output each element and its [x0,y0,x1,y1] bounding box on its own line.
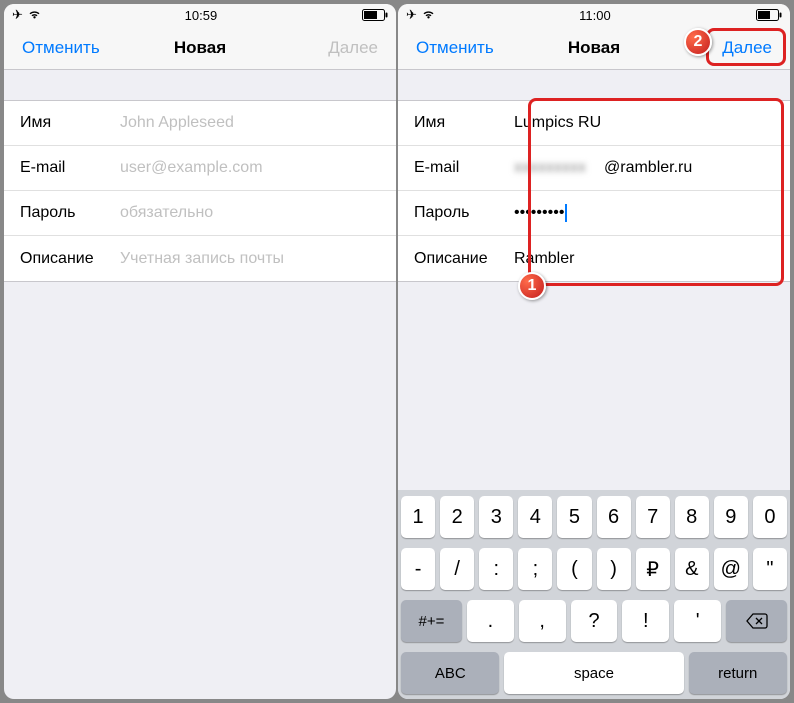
key-backspace[interactable] [726,600,787,642]
key--[interactable]: - [401,548,435,590]
field-label: Описание [20,250,120,268]
email-input[interactable]: xxxxxxxxx @rambler.ru [514,159,692,177]
cancel-button[interactable]: Отменить [410,34,500,62]
status-time: 10:59 [185,8,218,23]
name-input[interactable]: John Appleseed [120,114,380,132]
field-email[interactable]: E-mail user@example.com [4,146,396,191]
key-0[interactable]: 0 [753,496,787,538]
account-form: Имя John Appleseed E-mail user@example.c… [4,100,396,282]
key-8[interactable]: 8 [675,496,709,538]
key-,[interactable]: , [519,600,566,642]
keyboard-row-2: -/:;()₽&@" [401,548,787,590]
description-input[interactable]: Rambler [514,250,774,268]
key-return[interactable]: return [689,652,787,694]
key-1[interactable]: 1 [401,496,435,538]
keyboard-row-4: ABC space return [401,652,787,694]
field-label: E-mail [414,159,514,177]
key-'[interactable]: ' [674,600,721,642]
description-input[interactable]: Учетная запись почты [120,250,380,268]
field-label: E-mail [20,159,120,177]
nav-bar: Отменить Новая Далее [398,26,790,70]
field-name[interactable]: Имя John Appleseed [4,101,396,146]
name-input[interactable]: Lumpics RU [514,114,774,132]
nav-title: Новая [568,38,620,58]
field-label: Пароль [414,204,514,222]
wifi-icon [421,8,436,23]
next-button: Далее [322,34,384,62]
battery-icon [360,9,388,21]
keyboard: 1234567890 -/:;()₽&@" #+= .,?!' ABC spac… [398,490,790,699]
field-label: Описание [414,250,514,268]
account-form: Имя Lumpics RU E-mail xxxxxxxxx @rambler… [398,100,790,282]
field-email[interactable]: E-mail xxxxxxxxx @rambler.ru [398,146,790,191]
key-([interactable]: ( [557,548,591,590]
key-.[interactable]: . [467,600,514,642]
key-)[interactable]: ) [597,548,631,590]
key-7[interactable]: 7 [636,496,670,538]
field-password[interactable]: Пароль ••••••••• [398,191,790,236]
phone-left: ✈ 10:59 Отменить Новая Далее Имя John Ap… [4,4,396,699]
key-₽[interactable]: ₽ [636,548,670,590]
annotation-1: 1 [518,272,546,300]
airplane-icon: ✈ [406,7,417,23]
key-;[interactable]: ; [518,548,552,590]
password-input[interactable]: обязательно [120,204,380,222]
status-bar: ✈ 11:00 [398,4,790,26]
key-space[interactable]: space [504,652,683,694]
field-label: Пароль [20,204,120,222]
password-input[interactable]: ••••••••• [514,204,774,222]
key-@[interactable]: @ [714,548,748,590]
cancel-button[interactable]: Отменить [16,34,106,62]
annotation-2: 2 [684,28,712,56]
key-5[interactable]: 5 [557,496,591,538]
next-button[interactable]: Далее [716,34,778,62]
phone-right: ✈ 11:00 Отменить Новая Далее Имя Lumpics… [398,4,790,699]
key-:[interactable]: : [479,548,513,590]
key-/[interactable]: / [440,548,474,590]
email-input[interactable]: user@example.com [120,159,380,177]
field-label: Имя [20,114,120,132]
field-password[interactable]: Пароль обязательно [4,191,396,236]
nav-title: Новая [174,38,226,58]
key-abc[interactable]: ABC [401,652,499,694]
key-?[interactable]: ? [571,600,618,642]
key-"[interactable]: " [753,548,787,590]
text-cursor [565,204,567,222]
key-4[interactable]: 4 [518,496,552,538]
wifi-icon [27,8,42,23]
keyboard-row-1: 1234567890 [401,496,787,538]
key-![interactable]: ! [622,600,669,642]
key-3[interactable]: 3 [479,496,513,538]
nav-bar: Отменить Новая Далее [4,26,396,70]
key-&[interactable]: & [675,548,709,590]
status-time: 11:00 [579,8,611,23]
airplane-icon: ✈ [12,7,23,23]
field-label: Имя [414,114,514,132]
battery-icon [754,9,782,21]
keyboard-row-3: #+= .,?!' [401,600,787,642]
key-shift[interactable]: #+= [401,600,462,642]
field-name[interactable]: Имя Lumpics RU [398,101,790,146]
field-description[interactable]: Описание Rambler [398,236,790,281]
field-description[interactable]: Описание Учетная запись почты [4,236,396,281]
key-6[interactable]: 6 [597,496,631,538]
status-bar: ✈ 10:59 [4,4,396,26]
key-2[interactable]: 2 [440,496,474,538]
key-9[interactable]: 9 [714,496,748,538]
